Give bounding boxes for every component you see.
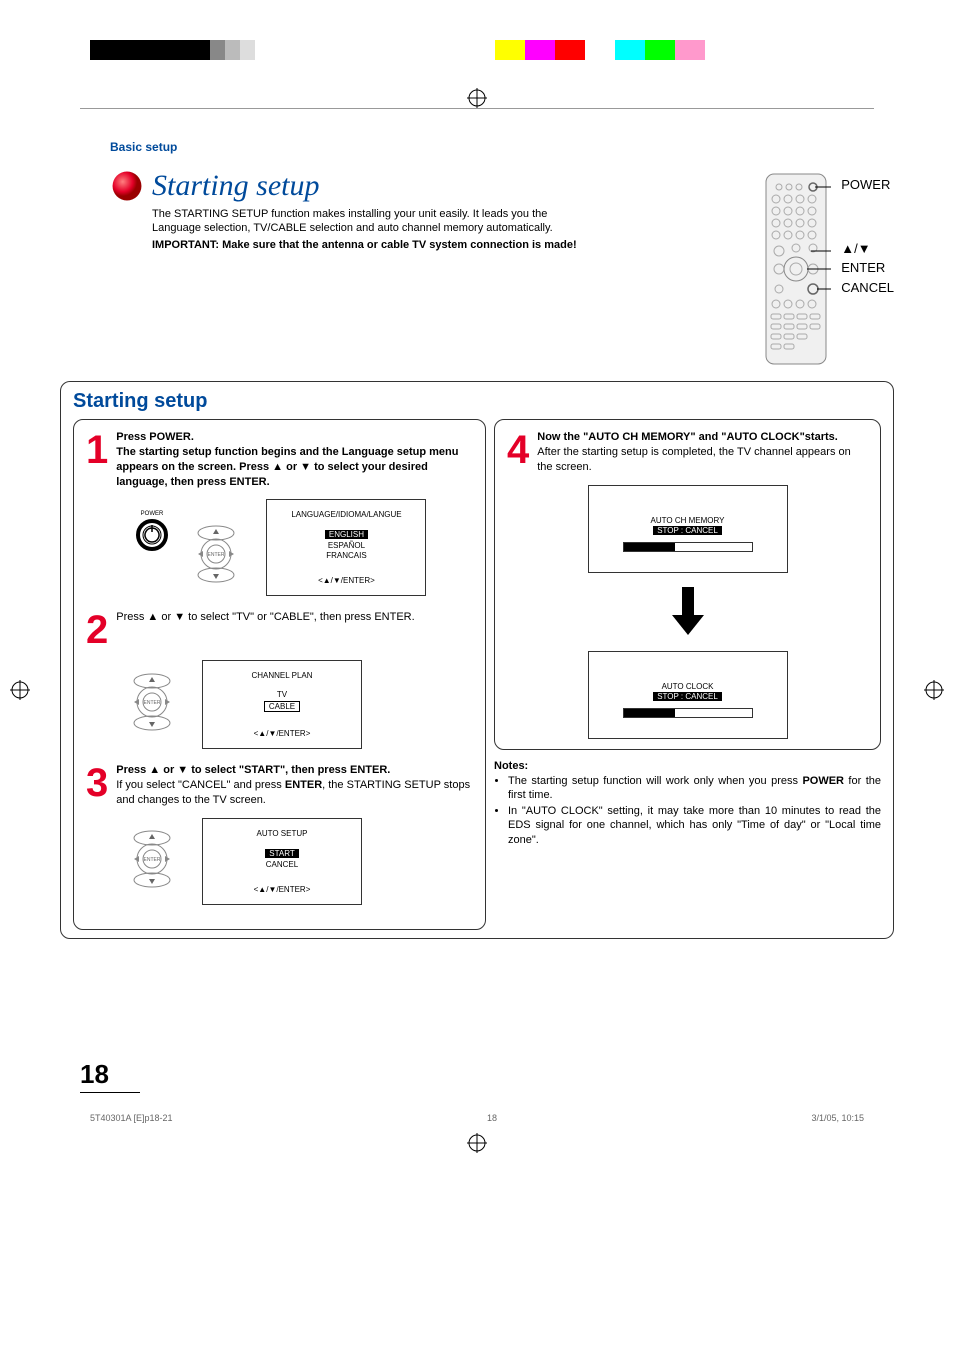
registration-mark-icon	[924, 680, 944, 700]
registration-mark-icon	[10, 680, 30, 700]
print-registration-bar	[60, 40, 894, 110]
power-button-icon: POWER ENTER	[122, 505, 246, 590]
breadcrumb: Basic setup	[110, 140, 894, 154]
footer-meta: 5T40301A [E]p18-21 18 3/1/05, 10:15	[90, 1113, 864, 1123]
step-number-1: 1	[86, 430, 108, 489]
step-number-4: 4	[507, 430, 529, 475]
steps-left-box: 1 Press POWER. The starting setup functi…	[73, 419, 486, 930]
page-number-rule	[80, 1092, 140, 1093]
step-2-text: Press ▲ or ▼ to select "TV" or "CABLE", …	[116, 610, 414, 650]
step-number-2: 2	[86, 610, 108, 650]
step-1-text: Press POWER. The starting setup function…	[116, 430, 473, 489]
svg-text:POWER: POWER	[141, 511, 164, 517]
osd-auto-setup: AUTO SETUP START CANCEL <▲/▼/ENTER>	[202, 818, 362, 905]
steps-right-box: 4 Now the "AUTO CH MEMORY" and "AUTO CLO…	[494, 419, 881, 750]
osd-auto-ch-memory: AUTO CH MEMORY STOP : CANCEL	[588, 485, 788, 573]
registration-mark-icon	[467, 88, 487, 108]
step-number-3: 3	[86, 763, 108, 808]
notes-section: Notes: The starting setup function will …	[494, 760, 881, 847]
remote-label-power: POWER	[841, 175, 894, 195]
osd-channel-plan: CHANNEL PLAN TV CABLE <▲/▼/ENTER>	[202, 660, 362, 749]
svg-text:ENTER: ENTER	[144, 700, 161, 706]
osd-language: LANGUAGE/IDIOMA/LANGUE ENGLISH ESPAÑOL F…	[266, 499, 426, 596]
starting-setup-box: Starting setup 1 Press POWER. The starti…	[60, 381, 894, 939]
remote-illustration: POWER ▲/▼ ENTER CANCEL	[761, 169, 894, 369]
svg-text:ENTER: ENTER	[208, 552, 225, 558]
intro-text: The STARTING SETUP function makes instal…	[152, 207, 582, 252]
step-3-text: Press ▲ or ▼ to select "START", then pre…	[116, 763, 473, 808]
remote-label-enter: ENTER	[841, 258, 894, 278]
osd-auto-clock: AUTO CLOCK STOP : CANCEL	[588, 651, 788, 739]
remote-label-cancel: CANCEL	[841, 278, 894, 298]
dpad-icon: ENTER	[122, 671, 182, 738]
page-number: 18	[80, 1059, 894, 1090]
svg-text:ENTER: ENTER	[144, 857, 161, 863]
registration-mark-icon	[467, 1133, 487, 1153]
section-heading: Starting setup	[73, 390, 881, 413]
remote-label-updown: ▲/▼	[841, 239, 894, 259]
dpad-icon: ENTER	[122, 828, 182, 895]
red-sphere-icon	[110, 169, 144, 203]
down-arrow-icon	[668, 587, 708, 637]
page-title: Starting setup	[152, 169, 320, 203]
step-4-text: Now the "AUTO CH MEMORY" and "AUTO CLOCK…	[537, 430, 868, 475]
